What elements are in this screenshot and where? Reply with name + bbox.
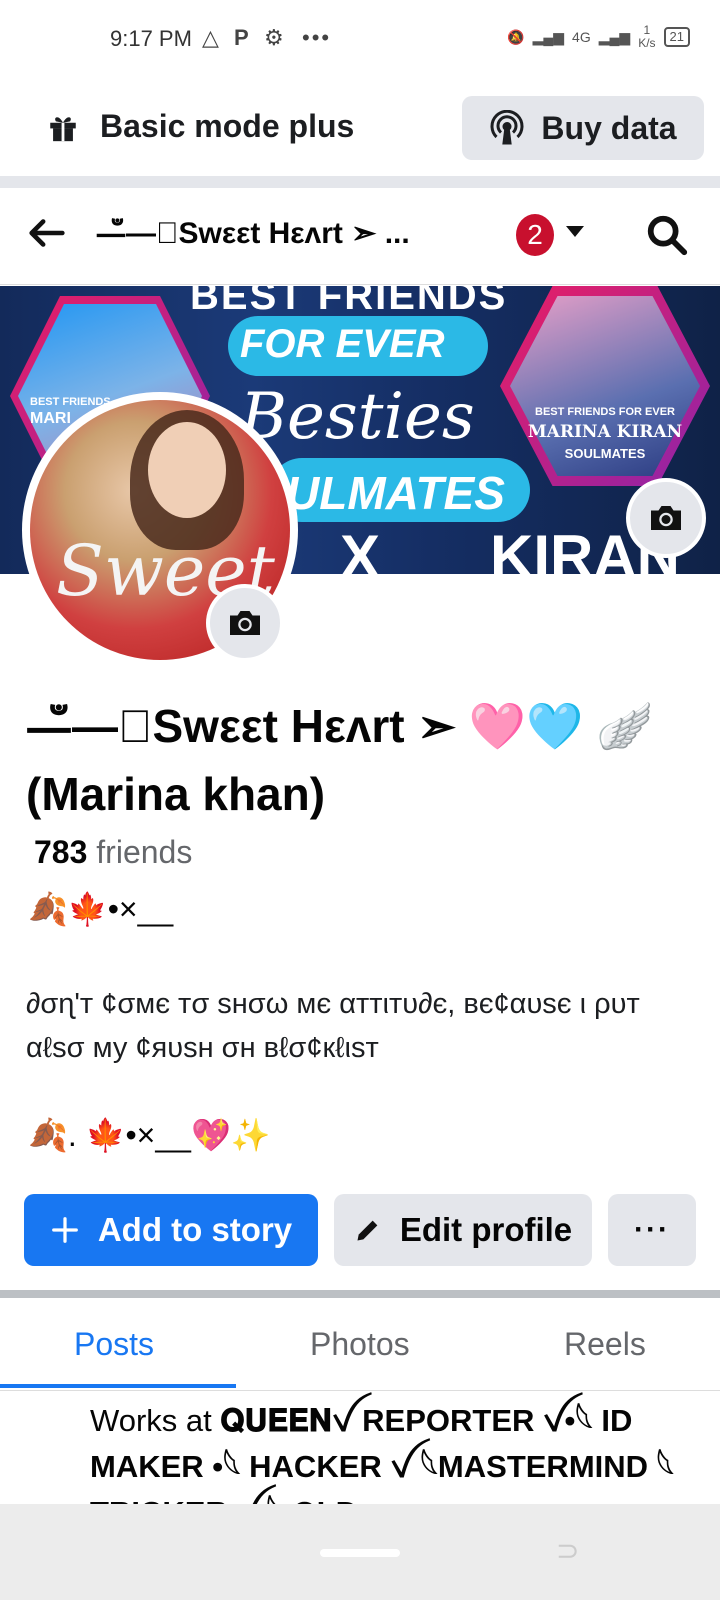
divider <box>0 176 720 188</box>
cover-text-line2: FOR EVER <box>240 322 445 366</box>
mute-bell-icon: 🔕 <box>507 28 525 45</box>
back-gesture-icon[interactable]: ⊃ <box>556 1534 579 1567</box>
add-to-story-button[interactable]: Add to story <box>24 1194 318 1266</box>
more-dots-icon: ••• <box>302 25 332 50</box>
warning-triangle-icon: △ <box>202 25 219 50</box>
speed-unit: K/s <box>638 36 656 50</box>
cover-right-caption: BEST FRIENDS FOR EVER <box>535 406 675 418</box>
buy-data-label: Buy data <box>541 109 677 146</box>
buy-data-button[interactable]: Buy data <box>462 96 704 160</box>
avatar-face-shape <box>148 422 226 518</box>
basic-mode-label-group[interactable]: Basic mode plus <box>46 108 354 145</box>
cover-camera-button[interactable] <box>626 478 706 558</box>
works-prefix: Works at <box>90 1403 221 1438</box>
podcast-icon <box>490 110 524 145</box>
bio-line-3: 🍂. 🍁•×__💖✨ <box>28 1117 271 1153</box>
pencil-icon <box>357 1220 378 1241</box>
active-tab-indicator <box>0 1384 236 1388</box>
profile-header-bar: —ఀ—⃝Swεεt Hεʌrt ➣ ... 2 <box>0 188 720 285</box>
tab-reels[interactable]: Reels <box>564 1326 646 1363</box>
status-right: 🔕 ▂▄▆ 4G ▂▄▆ 1 K/s 21 <box>507 24 690 50</box>
cover-right-sub: SOULMATES <box>564 446 646 461</box>
bio-line-2: ∂σɳ'т ¢σмє тσ ѕнσω мє αттιтυ∂є, вє¢αυѕє … <box>26 988 640 1064</box>
cover-left-badge-2: MARI <box>30 410 71 427</box>
camera-icon <box>230 611 260 635</box>
cover-right-names: MARINA KIRAN <box>527 422 683 442</box>
system-nav-bar: ⊃ <box>0 1504 720 1600</box>
plus-icon <box>51 1217 78 1243</box>
battery-icon: 21 <box>663 27 690 47</box>
tab-posts[interactable]: Posts <box>74 1326 154 1363</box>
gift-icon <box>50 116 76 141</box>
notification-badge[interactable]: 2 <box>516 214 554 256</box>
edit-profile-button[interactable]: Edit profile <box>334 1194 592 1266</box>
edit-profile-label: Edit profile <box>399 1211 573 1248</box>
status-bar: 9:17 PM △ P ⚙ ••• 🔕 ▂▄▆ 4G ▂▄▆ 1 K/s 21 <box>0 0 720 78</box>
cover-text-line1: BEST FRIENDS <box>190 286 508 318</box>
home-gesture-pill[interactable] <box>320 1549 400 1557</box>
dropdown-caret-icon[interactable] <box>566 226 584 237</box>
speed-indicator: 1 K/s <box>638 24 655 50</box>
camera-icon <box>651 506 681 530</box>
status-time: 9:17 PM <box>110 26 192 51</box>
network-type: 4G <box>572 29 591 45</box>
basic-mode-bar: Basic mode plus Buy data <box>0 78 720 176</box>
cover-text-line4: ULMATES <box>286 467 505 519</box>
friends-count[interactable]: 783 friends <box>34 834 192 871</box>
friends-label: friends <box>96 834 193 870</box>
friends-number: 783 <box>34 834 88 870</box>
avatar-camera-button[interactable] <box>206 584 284 662</box>
gear-icon: ⚙ <box>264 25 284 50</box>
cover-text-line3: Besties <box>240 380 475 454</box>
profile-name: —ఀ—⃝Swεεt Hεʌrt ➣ 🩷🩵 🪽 (Marina khan) <box>26 700 654 820</box>
more-options-label: ··· <box>634 1213 670 1246</box>
divider <box>0 1290 720 1298</box>
bio-line-1: 🍂🍁•×__ <box>28 891 174 927</box>
header-profile-name: —ఀ—⃝Swεεt Hεʌrt ➣ ... <box>96 217 410 250</box>
cover-text-line5: X <box>340 523 381 574</box>
search-icon[interactable] <box>644 212 690 258</box>
signal-icon: ▂▄▆ <box>532 28 565 45</box>
basic-mode-label: Basic mode plus <box>100 108 355 144</box>
tab-photos[interactable]: Photos <box>310 1326 410 1363</box>
add-to-story-label: Add to story <box>97 1211 293 1248</box>
profile-tabs: Posts Photos Reels <box>0 1298 720 1391</box>
more-options-button[interactable]: ··· <box>608 1194 696 1266</box>
back-arrow-icon[interactable] <box>24 210 70 256</box>
signal-icon-2: ▂▄▆ <box>598 28 631 45</box>
p-icon: P <box>234 25 249 50</box>
